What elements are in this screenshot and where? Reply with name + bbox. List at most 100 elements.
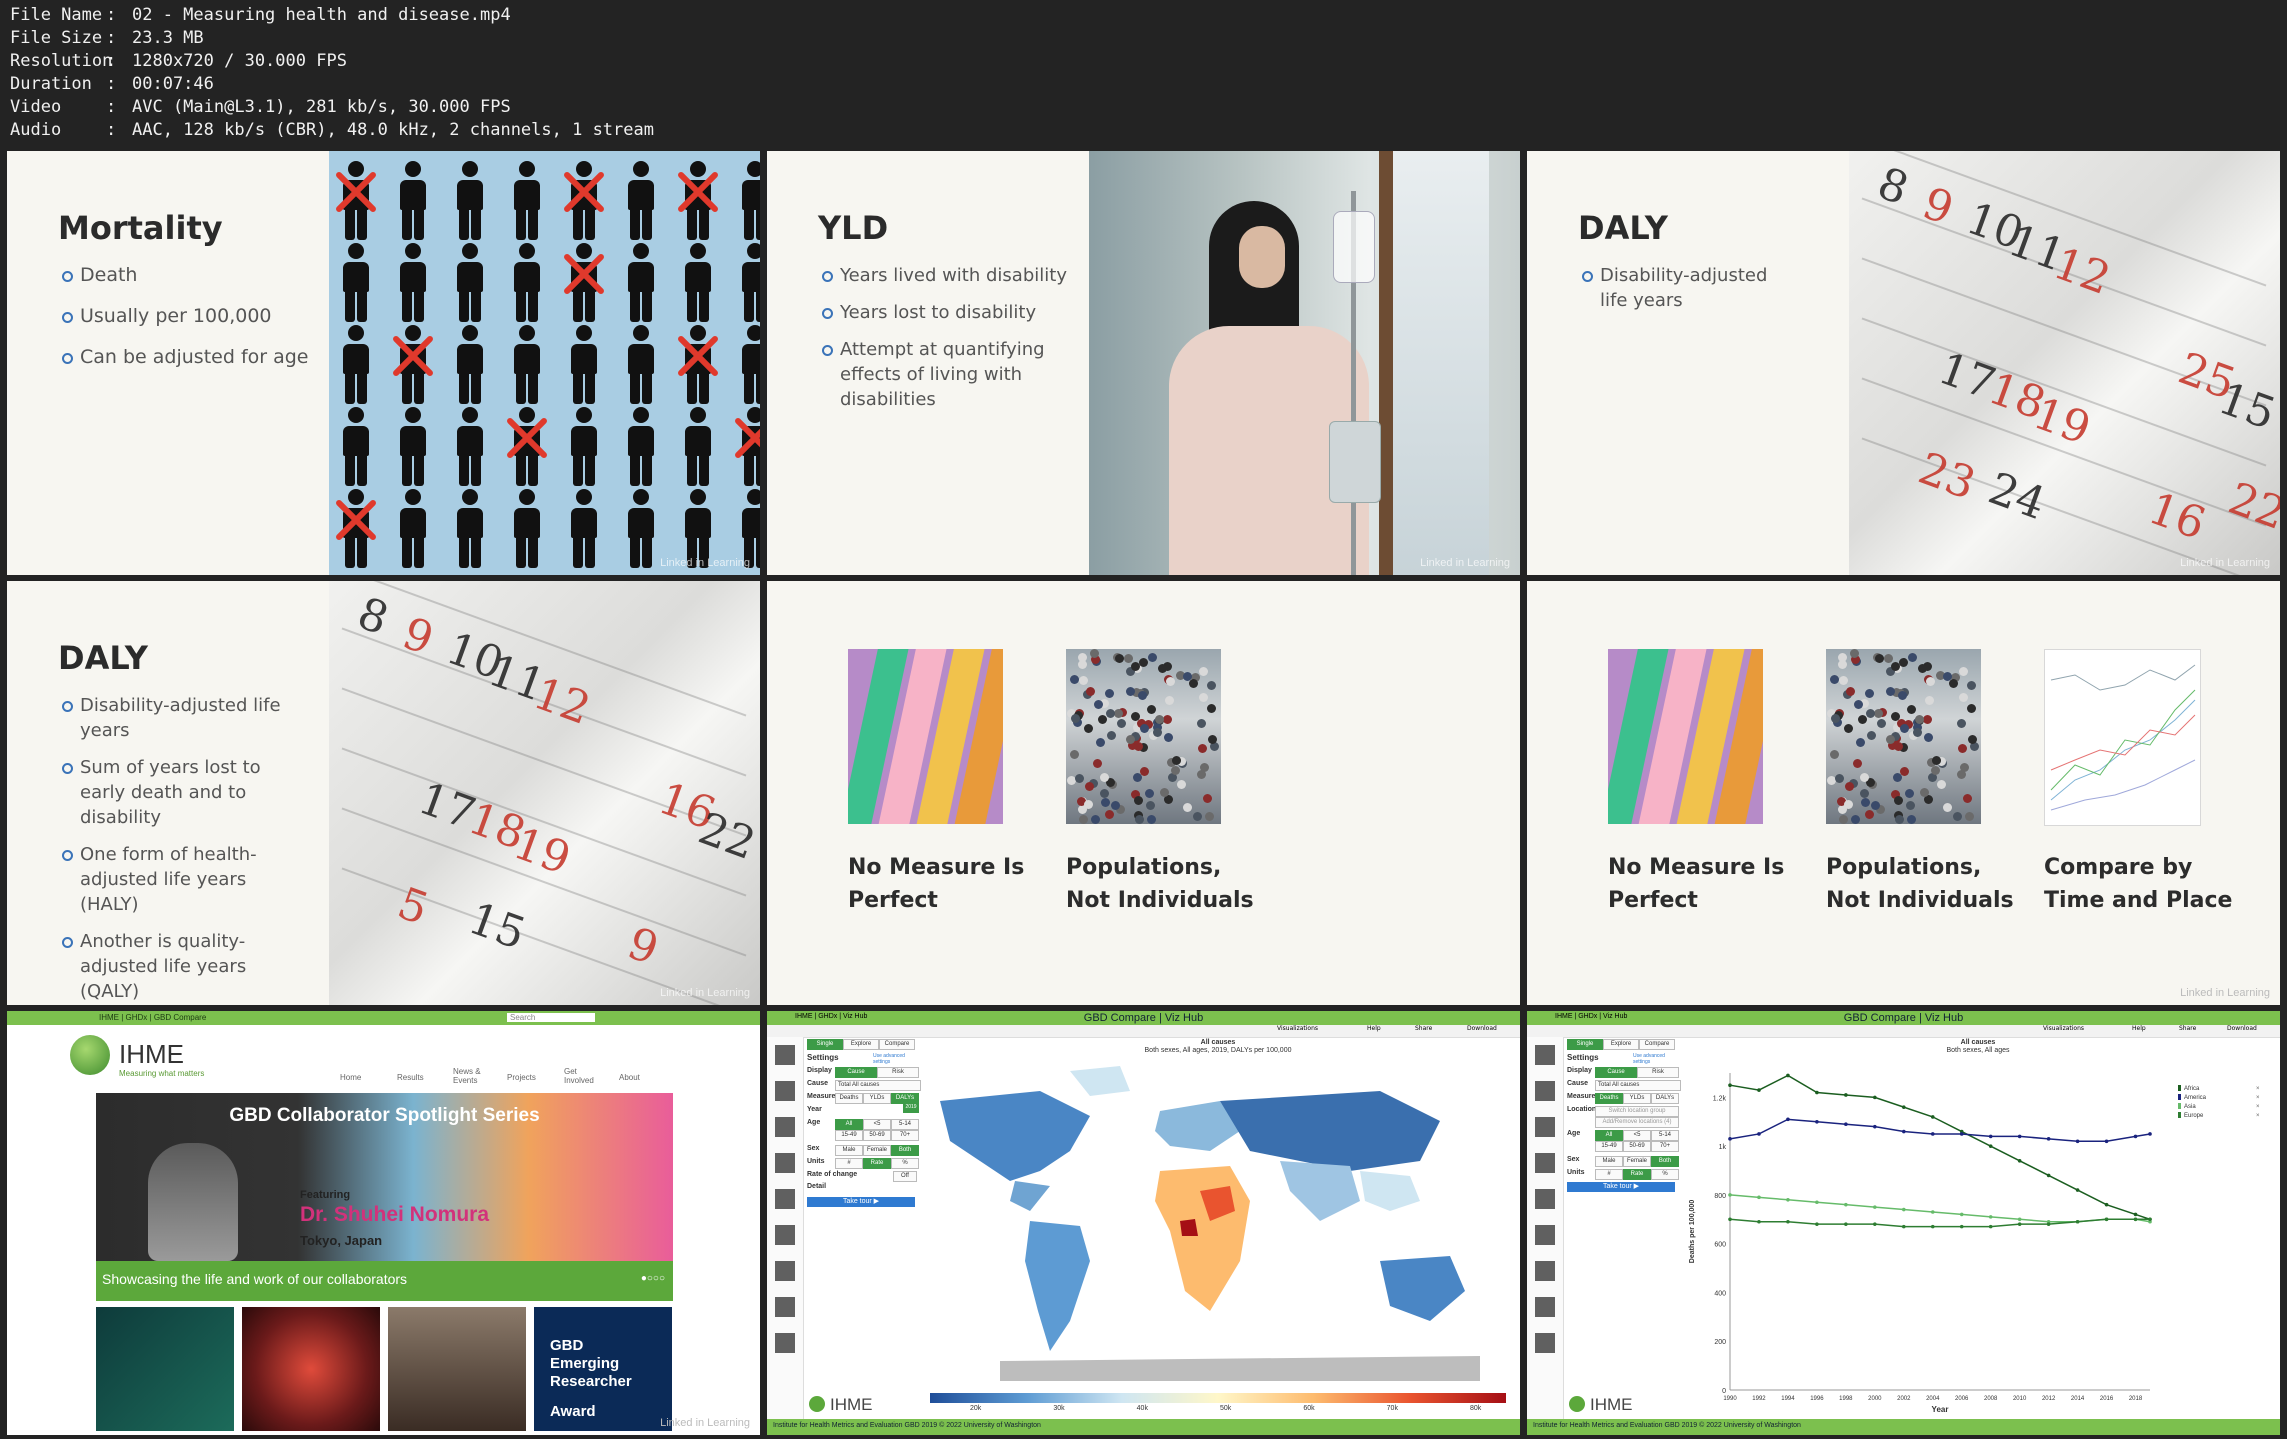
card-virus[interactable]	[242, 1307, 380, 1431]
cause-select[interactable]: Total All causes	[1595, 1080, 1681, 1091]
bars-icon[interactable]	[775, 1261, 795, 1281]
units-option[interactable]: %	[1651, 1169, 1679, 1180]
line-icon[interactable]	[1535, 1333, 1555, 1353]
map-icon[interactable]	[1535, 1045, 1555, 1065]
card-researcher-award[interactable]: GBD Emerging Researcher Award	[534, 1307, 672, 1431]
arrow-icon[interactable]	[775, 1153, 795, 1173]
map-icon[interactable]	[775, 1045, 795, 1065]
units-option[interactable]: %	[891, 1158, 919, 1169]
scatter-icon[interactable]	[775, 1297, 795, 1317]
bar-icon[interactable]	[775, 1117, 795, 1137]
nav-home[interactable]: Home	[340, 1073, 361, 1082]
gbd-compare-trend[interactable]: IHME | GHDx | Viz Hub GBD Compare | Viz …	[1527, 1011, 2280, 1435]
sex-female[interactable]: Female	[863, 1145, 891, 1156]
sex-both[interactable]: Both	[1651, 1156, 1679, 1167]
pyramid-icon[interactable]	[1535, 1189, 1555, 1209]
age-option[interactable]: <5	[1623, 1130, 1651, 1141]
age-option[interactable]: All	[835, 1119, 863, 1130]
ihme-website[interactable]: IHME | GHDx | GBD Compare Search IHME Me…	[7, 1011, 760, 1435]
card-people[interactable]	[388, 1307, 526, 1431]
menu-help[interactable]: Help	[2132, 1025, 2146, 1032]
menu-share[interactable]: Share	[1415, 1025, 1432, 1032]
bars-icon[interactable]	[1535, 1261, 1555, 1281]
age-option[interactable]: 5-14	[1651, 1130, 1679, 1141]
rate-of-change-toggle[interactable]: Off	[893, 1171, 917, 1182]
slide-principles-b[interactable]: No Measure Is Perfect Populations, Not I…	[1527, 581, 2280, 1005]
site-nav-links[interactable]: IHME | GHDx | GBD Compare	[99, 1013, 206, 1022]
search-input[interactable]: Search	[507, 1013, 596, 1022]
slide-daly-detail[interactable]: DALY Disability-adjusted life years Sum …	[7, 581, 760, 1005]
spotlight-banner[interactable]: GBD Collaborator Spotlight Series Featur…	[96, 1093, 673, 1301]
age-option[interactable]: 15-49	[1595, 1141, 1623, 1152]
treemap-icon[interactable]	[1535, 1081, 1555, 1101]
nav-projects[interactable]: Projects	[507, 1073, 536, 1082]
age-option[interactable]: <5	[863, 1119, 891, 1130]
units-option[interactable]: Rate	[863, 1158, 891, 1169]
tab-single[interactable]: Single	[1567, 1039, 1603, 1050]
units-option[interactable]: #	[835, 1158, 863, 1169]
advanced-settings-link[interactable]: Use advanced settings	[873, 1053, 917, 1065]
slide-principles-a[interactable]: No Measure Is Perfect Populations, Not I…	[767, 581, 1520, 1005]
measure-deaths[interactable]: Deaths	[1595, 1093, 1623, 1104]
age-option[interactable]: All	[1595, 1130, 1623, 1141]
display-risk[interactable]: Risk	[1637, 1067, 1679, 1078]
carousel-dots-icon[interactable]: ●○○○	[641, 1273, 665, 1284]
colorbar[interactable]	[930, 1393, 1506, 1403]
grid-icon[interactable]	[1535, 1225, 1555, 1245]
nav-about[interactable]: About	[619, 1073, 640, 1082]
nav-results[interactable]: Results	[397, 1073, 424, 1082]
nav-news[interactable]: News & Events	[453, 1067, 483, 1085]
measure-ylds[interactable]: YLDs	[863, 1093, 891, 1104]
sex-female[interactable]: Female	[1623, 1156, 1651, 1167]
display-cause[interactable]: Cause	[1595, 1067, 1637, 1078]
cause-select[interactable]: Total All causes	[835, 1080, 921, 1091]
add-remove-locations[interactable]: Add/Remove locations (4)	[1595, 1117, 1679, 1128]
measure-dalys[interactable]: DALYs	[1651, 1093, 1679, 1104]
location-group-select[interactable]: Switch location group	[1595, 1106, 1679, 1117]
tab-explore[interactable]: Explore	[843, 1039, 879, 1050]
units-option[interactable]: #	[1595, 1169, 1623, 1180]
bar-icon[interactable]	[1535, 1117, 1555, 1137]
measure-ylds[interactable]: YLDs	[1623, 1093, 1651, 1104]
tab-compare[interactable]: Compare	[1639, 1039, 1675, 1050]
arrow-icon[interactable]	[1535, 1153, 1555, 1173]
menu-visualizations[interactable]: Visualizations	[2043, 1025, 2084, 1032]
gbd-compare-map[interactable]: IHME | GHDx | Viz Hub GBD Compare | Viz …	[767, 1011, 1520, 1435]
year-badge[interactable]: 2019	[903, 1102, 919, 1113]
line-chart[interactable]: 0 200 400 600 800 1k 1.2k 1990 1992 1994 1996 1998 2…	[1680, 1055, 2270, 1425]
pyramid-icon[interactable]	[775, 1189, 795, 1209]
grid-icon[interactable]	[775, 1225, 795, 1245]
take-tour-button[interactable]: Take tour ▶	[1567, 1182, 1675, 1192]
slide-mortality[interactable]: Mortality Death Usually per 100,000 Can …	[7, 151, 760, 575]
take-tour-button[interactable]: Take tour ▶	[807, 1197, 915, 1207]
menu-download[interactable]: Download	[1467, 1025, 1497, 1032]
sex-male[interactable]: Male	[835, 1145, 863, 1156]
advanced-settings-link[interactable]: Use advanced settings	[1633, 1053, 1677, 1065]
world-map[interactable]	[920, 1061, 1510, 1391]
line-icon[interactable]	[775, 1333, 795, 1353]
scatter-icon[interactable]	[1535, 1297, 1555, 1317]
tab-compare[interactable]: Compare	[879, 1039, 915, 1050]
units-option[interactable]: Rate	[1623, 1169, 1651, 1180]
menu-visualizations[interactable]: Visualizations	[1277, 1025, 1318, 1032]
sex-male[interactable]: Male	[1595, 1156, 1623, 1167]
tab-single[interactable]: Single	[807, 1039, 843, 1050]
display-risk[interactable]: Risk	[877, 1067, 919, 1078]
slide-daly[interactable]: DALY Disability-adjusted life years 8 9 10…	[1527, 151, 2280, 575]
nav-get-involved[interactable]: Get Involved	[564, 1067, 594, 1085]
age-option[interactable]: 70+	[1651, 1141, 1679, 1152]
menu-help[interactable]: Help	[1367, 1025, 1381, 1032]
age-option[interactable]: 50-69	[863, 1130, 891, 1141]
treemap-icon[interactable]	[775, 1081, 795, 1101]
age-option[interactable]: 15-49	[835, 1130, 863, 1141]
slide-yld[interactable]: YLD Years lived with disability Years lo…	[767, 151, 1520, 575]
card-data-art[interactable]	[96, 1307, 234, 1431]
sex-both[interactable]: Both	[891, 1145, 919, 1156]
menu-share[interactable]: Share	[2179, 1025, 2196, 1032]
display-cause[interactable]: Cause	[835, 1067, 877, 1078]
age-option[interactable]: 50-69	[1623, 1141, 1651, 1152]
age-option[interactable]: 5-14	[891, 1119, 919, 1130]
menu-download[interactable]: Download	[2227, 1025, 2257, 1032]
tab-explore[interactable]: Explore	[1603, 1039, 1639, 1050]
measure-deaths[interactable]: Deaths	[835, 1093, 863, 1104]
